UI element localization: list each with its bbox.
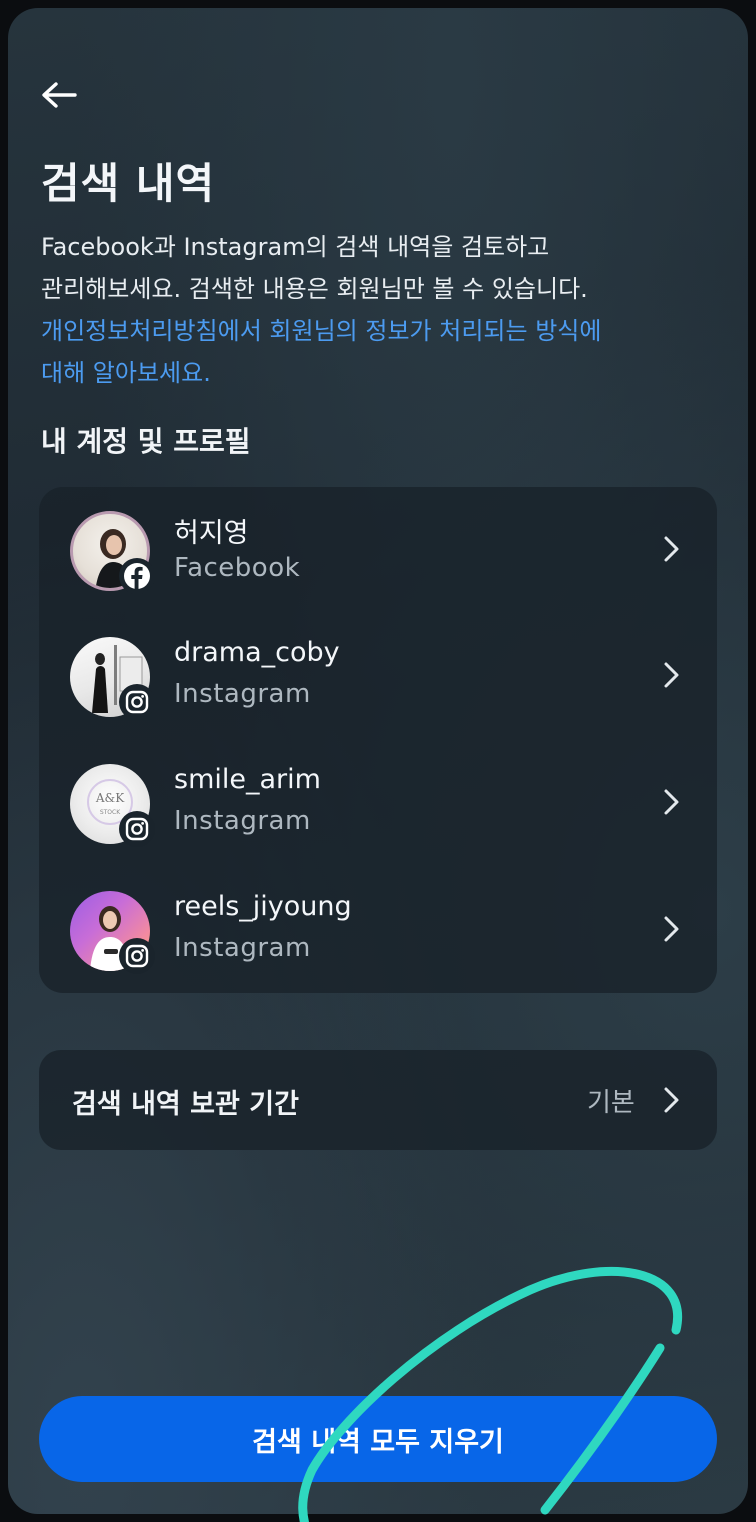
chevron-right-icon: [664, 536, 679, 562]
chevron-right-icon: [664, 916, 679, 942]
account-platform: Instagram: [174, 806, 311, 836]
account-row-instagram[interactable]: A&K STOCK smile_arim Instagram: [39, 740, 717, 866]
account-platform: Instagram: [174, 933, 311, 963]
account-row-instagram[interactable]: reels_jiyoung Instagram: [39, 867, 717, 993]
facebook-icon: [119, 558, 155, 594]
chevron-right-icon: [664, 1087, 679, 1113]
retention-label: 검색 내역 보관 기간: [72, 1089, 299, 1120]
instagram-icon: [119, 938, 155, 974]
description-line: 관리해보세요. 검색한 내용은 회원님만 볼 수 있습니다.: [41, 275, 588, 303]
account-row-facebook[interactable]: 허지영 Facebook: [39, 487, 717, 613]
avatar-logo-text: A&K: [95, 791, 125, 805]
retention-period-setting[interactable]: 검색 내역 보관 기간 기본: [39, 1050, 717, 1150]
page-title: 검색 내역: [41, 159, 216, 208]
account-name: 허지영: [174, 518, 249, 549]
account-name: drama_coby: [174, 637, 340, 668]
instagram-icon: [119, 811, 155, 847]
description-line: Facebook과 Instagram의 검색 내역을 검토하고: [41, 233, 550, 261]
accounts-section-title: 내 계정 및 프로필: [41, 425, 251, 458]
chevron-right-icon: [664, 789, 679, 815]
privacy-link-line[interactable]: 대해 알아보세요.: [41, 352, 721, 394]
privacy-policy-link[interactable]: 개인정보처리방침에서 회원님의 정보가 처리되는 방식에 대해 알아보세요.: [41, 310, 721, 394]
chevron-right-icon: [664, 662, 679, 688]
accounts-list: 허지영 Facebook drama_coby Instagram A&K ST…: [39, 487, 717, 993]
avatar-logo-subtext: STOCK: [100, 809, 121, 816]
page-description: Facebook과 Instagram의 검색 내역을 검토하고 관리해보세요.…: [41, 226, 721, 394]
instagram-icon: [119, 684, 155, 720]
retention-value: 기본: [587, 1088, 635, 1118]
search-history-screen: 검색 내역 Facebook과 Instagram의 검색 내역을 검토하고 관…: [8, 8, 748, 1514]
account-platform: Facebook: [174, 553, 301, 583]
account-row-instagram[interactable]: drama_coby Instagram: [39, 613, 717, 739]
clear-all-history-button[interactable]: 검색 내역 모두 지우기: [39, 1396, 717, 1482]
account-name: smile_arim: [174, 764, 321, 795]
arrow-left-icon: [42, 82, 77, 108]
account-name: reels_jiyoung: [174, 891, 352, 922]
privacy-link-line[interactable]: 개인정보처리방침에서 회원님의 정보가 처리되는 방식에: [41, 310, 721, 352]
back-button[interactable]: [38, 74, 80, 116]
account-platform: Instagram: [174, 679, 311, 709]
